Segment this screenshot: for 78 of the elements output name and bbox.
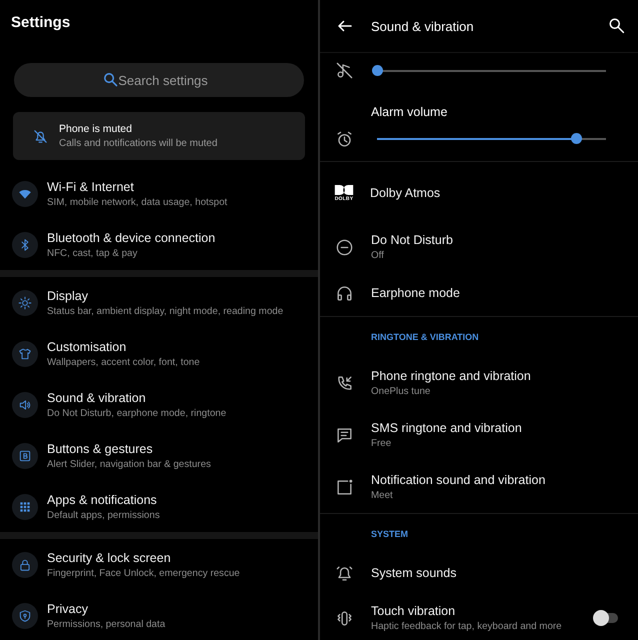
search-icon[interactable]	[608, 17, 626, 35]
music-off-icon	[335, 60, 354, 80]
search-icon	[102, 71, 119, 88]
letter-b-icon	[18, 448, 32, 462]
headphones-icon	[335, 284, 354, 302]
screen-title: Sound & vibration	[371, 18, 474, 34]
message-icon	[335, 426, 354, 444]
lock-icon	[18, 558, 32, 572]
settings-item[interactable]: Apps & notifications Default apps, permissions	[0, 481, 318, 532]
row-subtitle: Haptic feedback for tap, keyboard and more	[371, 621, 562, 632]
phone-icon	[335, 374, 354, 392]
row-subtitle: Meet	[371, 490, 394, 501]
toggle-switch[interactable]	[596, 613, 618, 623]
row-title: System sounds	[371, 566, 456, 580]
item-title: Apps & notifications	[47, 492, 158, 506]
bell-icon	[335, 564, 354, 582]
settings-row[interactable]: System sounds	[320, 554, 638, 592]
item-subtitle: Alert Slider, navigation bar & gestures	[47, 458, 211, 470]
minus-circle-icon	[335, 238, 354, 256]
settings-row[interactable]: Touch vibration Haptic feedback for tap, keyboard and more	[320, 592, 638, 640]
item-title: Wi-Fi & Internet	[47, 180, 135, 194]
item-title: Sound & vibration	[47, 390, 147, 404]
item-title: Customisation	[47, 340, 128, 354]
alarm-clock-icon	[335, 130, 354, 148]
bell-off-icon	[32, 128, 49, 144]
vibration-icon	[335, 608, 354, 628]
settings-row[interactable]: Notification sound and vibration Meet	[320, 461, 638, 513]
settings-item[interactable]: Display Status bar, ambient display, night mode, reading mode	[0, 277, 318, 328]
app-grid-icon	[18, 500, 32, 514]
settings-row[interactable]: Phone ringtone and vibration OnePlus tune	[320, 357, 638, 409]
item-subtitle: Default apps, permissions	[47, 510, 160, 520]
section-header: SYSTEM	[370, 528, 410, 541]
row-title: Earphone mode	[371, 286, 460, 300]
settings-item[interactable]: Security & lock screen Fingerprint, Face Unlock, emergency rescue	[0, 539, 318, 590]
item-title: Display	[47, 288, 89, 302]
banner-title: Phone is muted	[59, 123, 133, 135]
item-subtitle: NFC, cast, tap & pay	[47, 248, 138, 258]
row-subtitle: Off	[371, 250, 385, 261]
row-title: Do Not Disturb	[371, 233, 453, 247]
banner-subtitle: Calls and notifications will be muted	[59, 138, 218, 149]
item-subtitle: Wallpapers, accent color, font, tone	[47, 356, 200, 368]
row-title: Dolby Atmos	[370, 186, 440, 200]
settings-item[interactable]: Buttons & gestures Alert Slider, navigation bar & gestures	[0, 430, 318, 481]
item-title: Buttons & gestures	[47, 442, 154, 456]
settings-row[interactable]: Do Not Disturb Off	[320, 224, 638, 270]
item-title: Bluetooth & device connection	[47, 230, 216, 244]
shirt-icon	[18, 346, 32, 360]
settings-item[interactable]: Privacy Permissions, personal data	[0, 590, 318, 640]
item-subtitle: Status bar, ambient display, night mode, reading mode	[47, 306, 284, 316]
slider-thumb[interactable]	[372, 65, 383, 76]
row-subtitle: Free	[371, 438, 392, 449]
settings-item[interactable]: Bluetooth & device connection NFC, cast, tap & pay	[0, 219, 318, 270]
slider-label: Alarm volume	[371, 104, 448, 118]
item-subtitle: Permissions, personal data	[47, 618, 166, 630]
slider-thumb[interactable]	[571, 133, 582, 144]
item-title: Privacy	[47, 602, 89, 616]
settings-item[interactable]: Wi-Fi & Internet SIM, mobile network, data usage, hotspot	[0, 168, 318, 219]
shield-icon	[18, 608, 32, 622]
row-title: SMS ringtone and vibration	[371, 421, 522, 435]
search-field[interactable]: Search settings	[14, 63, 304, 97]
row-title: Phone ringtone and vibration	[371, 369, 531, 383]
square-dot-icon	[335, 478, 354, 496]
brightness-icon	[18, 296, 32, 310]
page-title: Settings	[10, 13, 72, 33]
row-title: Touch vibration	[371, 604, 456, 618]
section-header: RINGTONE & VIBRATION	[370, 331, 480, 344]
item-subtitle: Do Not Disturb, earphone mode, ringtone	[47, 408, 226, 418]
speaker-icon	[18, 398, 32, 412]
settings-row[interactable]: SMS ringtone and vibration Free	[320, 409, 638, 461]
row-title: Notification sound and vibration	[371, 473, 546, 487]
settings-item[interactable]: Sound & vibration Do Not Disturb, earphone mode, ringtone	[0, 379, 318, 430]
item-subtitle: Fingerprint, Face Unlock, emergency rescue	[47, 568, 240, 578]
item-title: Security & lock screen	[47, 550, 172, 564]
muted-banner[interactable]: Phone is muted Calls and notifications will be muted	[13, 112, 305, 160]
settings-row[interactable]: Earphone mode	[320, 270, 638, 316]
item-subtitle: SIM, mobile network, data usage, hotspot	[47, 196, 228, 208]
row-subtitle: OnePlus tune	[371, 386, 432, 397]
settings-item[interactable]: Customisation Wallpapers, accent color, font, tone	[0, 328, 318, 379]
